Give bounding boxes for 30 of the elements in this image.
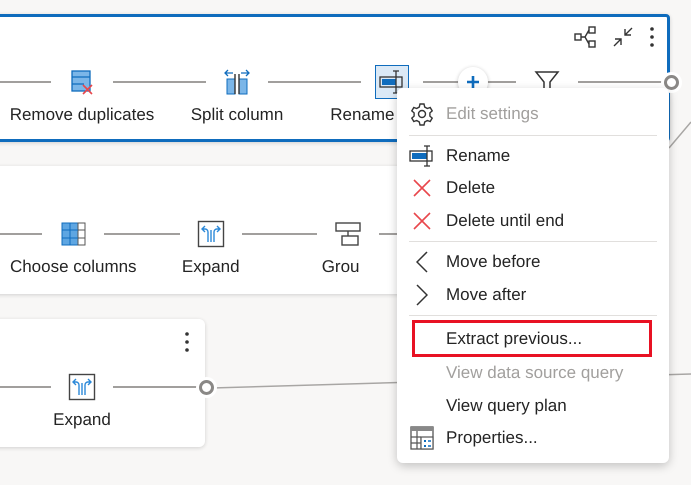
output-node[interactable] <box>664 75 679 90</box>
menu-item[interactable]: View query plan <box>397 390 669 422</box>
menu-item[interactable]: Delete <box>397 172 669 204</box>
step-label: Expand <box>53 409 111 431</box>
output-node[interactable] <box>199 380 214 395</box>
menu-item[interactable]: Extract previous... <box>412 320 652 357</box>
more-icon[interactable] <box>647 24 657 50</box>
properties-icon <box>410 426 434 450</box>
delete-icon <box>412 178 432 198</box>
connector-line <box>668 122 691 148</box>
step-label: Split column <box>190 104 284 126</box>
step-label: Grou <box>320 256 360 278</box>
more-icon[interactable] <box>182 329 192 355</box>
add-icon <box>466 75 480 89</box>
step-label: Remove duplicates <box>10 104 154 126</box>
menu-item[interactable]: Move after <box>397 278 669 311</box>
settings-icon <box>410 102 434 126</box>
step-icon[interactable] <box>375 65 409 99</box>
step-label: Choose columns <box>10 256 137 278</box>
delete-icon <box>412 210 432 231</box>
menu-item[interactable]: Delete until end <box>397 204 669 237</box>
menu-item[interactable]: Rename <box>397 140 669 172</box>
chevron-right-icon <box>416 284 428 306</box>
chevron-left-icon <box>416 251 428 274</box>
rename-icon <box>409 144 435 167</box>
query-card[interactable]: Expand <box>0 319 205 447</box>
step-label: Rename <box>329 104 394 126</box>
menu-item[interactable]: Move before <box>397 246 669 278</box>
menu-item[interactable]: Properties... <box>397 422 669 454</box>
step-label: Expand <box>182 256 240 278</box>
